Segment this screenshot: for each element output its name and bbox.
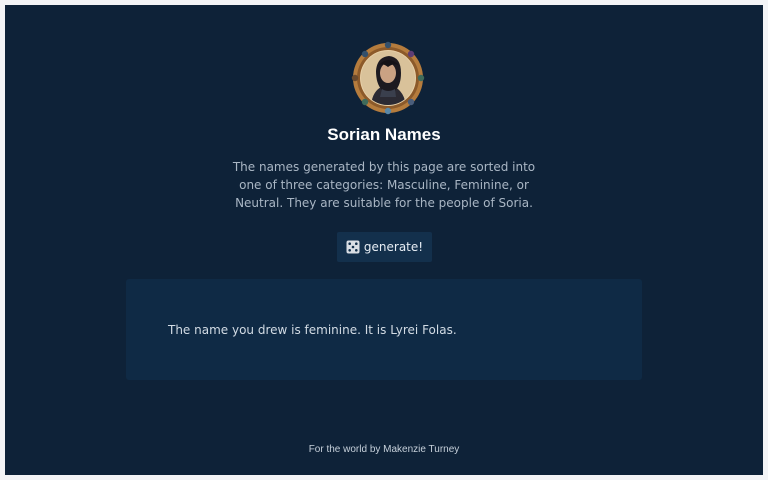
generate-button[interactable]: generate! bbox=[337, 232, 432, 262]
dice-icon bbox=[346, 240, 360, 254]
footer-credit: For the world by Makenzie Turney bbox=[308, 444, 460, 455]
app-frame: Sorian Names The names generated by this… bbox=[5, 5, 763, 475]
avatar bbox=[351, 41, 425, 115]
generate-button-label: generate! bbox=[363, 240, 424, 254]
page-description: The names generated by this page are sor… bbox=[232, 160, 536, 210]
result-text: The name you drew is feminine. It is Lyr… bbox=[168, 323, 457, 337]
result-card: The name you drew is feminine. It is Lyr… bbox=[126, 279, 642, 380]
page-title: Sorian Names bbox=[327, 125, 441, 144]
